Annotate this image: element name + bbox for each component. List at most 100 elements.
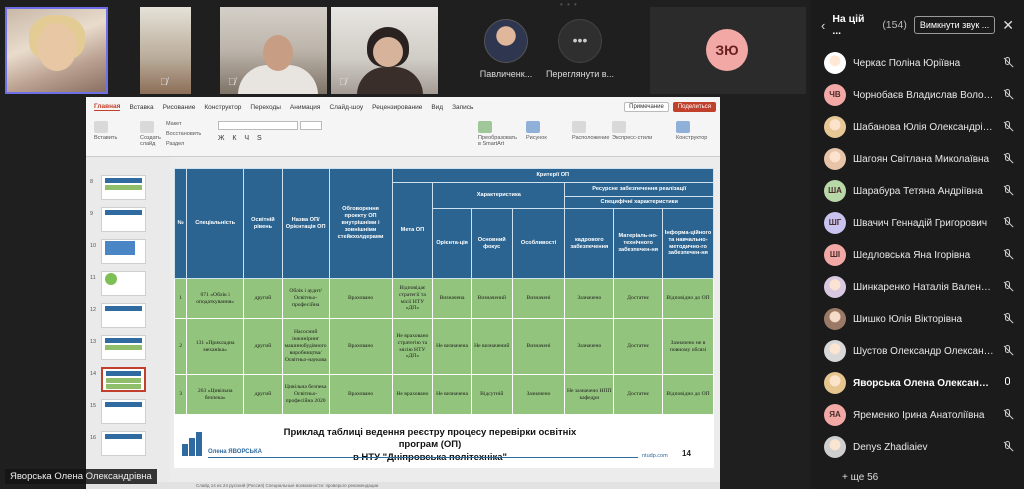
mute-all-button[interactable]: Вимкнути звук ... [913,16,996,34]
avatar [824,276,846,298]
picture-icon [526,121,540,133]
cell: Відсутній [470,374,513,415]
text-format-buttons[interactable]: Ж К Ч S [218,135,265,142]
mic-off-icon [1002,409,1014,421]
avatar [824,340,846,362]
tab-draw[interactable]: Рисование [163,104,196,111]
video-tile-2[interactable]: 🎙̸ [140,7,191,94]
cell: Достатнє [613,278,664,319]
participant-row[interactable]: ЯА Яременко Ірина Анатоліївна [824,404,1014,426]
slide-thumbnail[interactable] [101,271,146,296]
participant-row[interactable]: Яворська Олена Олександрівна [824,372,1014,394]
avatar: ЧВ [824,84,846,106]
quick-styles-button[interactable]: Экспресс-стили [612,121,652,141]
participant-row[interactable]: Шустов Олександр Олександрович [824,340,1014,362]
cell: Визначені [511,318,566,375]
close-icon[interactable]: ✕ [1002,17,1014,34]
paste-button[interactable]: Вставить [94,121,117,141]
participant-row[interactable]: Шагоян Світлана Миколаївна [824,148,1014,170]
avatar: ШІ [824,244,846,266]
cell: Зазначено [564,318,615,375]
participant-tile-pavlichenko[interactable]: Павличенк... [466,7,546,94]
participant-row[interactable]: ША Шарабура Тетяна Андріївна [824,180,1014,202]
table-row: 3 263 «Цивільна безпека» другий Цивільна… [173,374,714,415]
participant-row[interactable]: ШІ Шедловська Яна Ігорівна [824,244,1014,266]
status-bar: Слайд 14 из 24 русский (Россия) Специаль… [86,482,720,489]
cell: Відповідно до ОП [662,278,714,319]
participant-row[interactable]: ШГ Швачич Геннадій Григорович [824,212,1014,234]
thumb-number: 14 [90,371,97,377]
cell: 131 «Прикладна механіка» [186,318,245,375]
tab-animation[interactable]: Анимация [290,104,321,111]
avatar [824,308,846,330]
tab-transitions[interactable]: Переходы [250,104,281,111]
show-more-link[interactable]: + ще 56 [842,472,878,483]
picture-button[interactable]: Рисунок [526,121,547,141]
chevron-left-icon[interactable]: ‹ [821,18,825,33]
participant-row[interactable]: ЧВ Чорнобаєв Владислав Володимирович [824,84,1014,106]
participant-row[interactable]: Черкас Поліна Юріївна [824,52,1014,74]
thumb-number: 12 [90,307,97,313]
participant-tile-zu[interactable]: ЗЮ [650,7,806,94]
participant-row[interactable]: Шишко Юлія Вікторівна [824,308,1014,330]
tab-insert[interactable]: Вставка [129,104,153,111]
participant-row[interactable]: Шабанова Юлія Олександрівна [824,116,1014,138]
mic-off-icon [1002,345,1014,357]
ribbon-toolbar: Вставить Создать слайд Макет Восстановит… [86,117,720,157]
mic-off-icon: 🎙̸ [339,77,347,88]
slide-thumbnail[interactable] [101,303,146,328]
video-tile-4[interactable]: 🎙̸ [331,7,438,94]
avatar [824,148,846,170]
cell: Достатнє [613,318,664,375]
slide-thumbnail[interactable] [101,335,146,360]
designer-button[interactable]: Конструктор [676,121,707,141]
arrange-button[interactable]: Расположение [572,121,609,141]
share-button[interactable]: Поделиться [672,102,716,112]
participant-name: Шинкаренко Наталія Валентинівна [853,281,995,293]
font-size-select[interactable] [300,121,322,130]
header-specialty: Спеціальність [186,168,245,279]
tab-record[interactable]: Запись [452,104,473,111]
font-family-select[interactable] [218,121,298,130]
tab-slideshow[interactable]: Слайд-шоу [329,104,363,111]
cell: Враховано [328,318,393,375]
participant-row[interactable]: Шинкаренко Наталія Валентинівна [824,276,1014,298]
smartart-button[interactable]: Преобразовать в SmartArt [478,121,518,147]
tab-design[interactable]: Конструктор [204,104,241,111]
slide-thumbnail[interactable] [101,431,146,456]
cell: Визначена [432,278,472,319]
section-button[interactable]: Раздел [166,141,184,147]
tab-view[interactable]: Вид [431,104,443,111]
header-resources: Ресурсне забезпечення реалізації [564,182,714,197]
participant-name: Шарабура Тетяна Андріївна [853,185,983,197]
caption-line-1: Приклад таблиці ведення реєстру процесу … [283,427,577,451]
avatar [824,52,846,74]
slide-canvas[interactable]: № Спеціальність Освітній рівень Назва ОП… [173,168,715,468]
slide-thumbnail[interactable] [101,239,146,264]
new-slide-button[interactable]: Создать слайд [140,121,166,147]
video-tile-presenter[interactable] [5,7,108,94]
presenter-name-label: Яворська Олена Олександрівна [5,469,157,484]
panel-header: ‹ На цій ... (154) Вимкнути звук ... ✕ [811,0,1024,50]
new-slide-icon [140,121,154,133]
header-discussion: Обговорення проекту ОП внутрішніми і зов… [328,168,393,279]
slide-thumbnail-selected[interactable] [101,367,146,392]
video-person-face [373,37,403,67]
cell: Визначений [470,278,513,319]
notes-button[interactable]: Примечание [624,102,669,112]
cell: Не визначений [470,318,513,375]
register-table: № Спеціальність Освітній рівень Назва ОП… [173,168,715,415]
video-person-face [263,35,293,71]
tab-review[interactable]: Рецензирование [372,104,422,111]
participant-row[interactable]: Denys Zhadiaiev [824,436,1014,458]
slide-thumbnail[interactable] [101,175,146,200]
tab-home[interactable]: Главная [94,103,121,111]
cell: Не визначена [432,318,472,375]
reset-button[interactable]: Восстановить [166,131,201,137]
video-tile-3[interactable]: 🎙̸ [220,7,327,94]
slide-thumbnail[interactable] [101,207,146,232]
slide-thumbnail[interactable] [101,399,146,424]
view-more-tile[interactable]: ••• Переглянути в... [540,7,620,94]
layout-button[interactable]: Макет [166,121,182,127]
slide-thumbnails: 8 9 10 11 12 13 14 15 16 [86,157,170,489]
